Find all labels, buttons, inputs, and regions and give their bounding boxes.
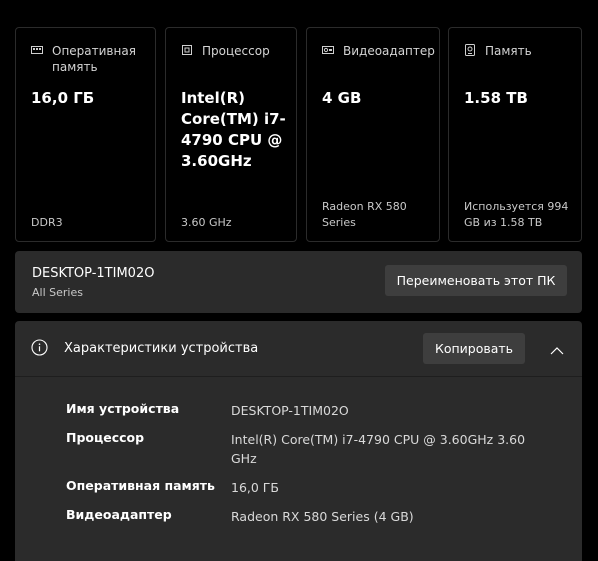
card-label: Процессор (202, 44, 270, 58)
spec-value: 16,0 ГБ (231, 480, 280, 495)
spec-key: Имя устройства (66, 401, 180, 416)
card-label: Видеоадаптер (343, 44, 435, 58)
device-specifications-panel: Характеристики устройства Копировать Имя… (15, 321, 582, 561)
spec-key: Видеоадаптер (66, 507, 172, 522)
spec-key: Оперативная память (66, 478, 215, 493)
card-label: Оперативная память (52, 44, 136, 74)
card-gpu: Видеоадаптер 4 GB Radeon RX 580 Series (306, 27, 440, 242)
device-specifications-header[interactable]: Характеристики устройства Копировать (15, 321, 582, 377)
card-foot: Используется 994 GB из 1.58 TB (464, 200, 569, 229)
card-label: Память (485, 44, 532, 58)
cpu-icon (181, 44, 193, 56)
card-processor: Процессор Intel(R) Core(TM) i7-4790 CPU … (165, 27, 297, 242)
card-foot: 3.60 GHz (181, 216, 232, 229)
chevron-up-icon[interactable] (550, 341, 564, 355)
spec-value: Radeon RX 580 Series (4 GB) (231, 509, 414, 524)
rename-pc-button[interactable]: Переименовать этот ПК (385, 265, 567, 296)
device-model: All Series (32, 286, 83, 299)
device-specifications-title: Характеристики устройства (64, 341, 259, 356)
ram-icon (31, 44, 43, 56)
device-name: DESKTOP-1TIM02O (32, 266, 155, 281)
card-value: 16,0 ГБ (31, 89, 95, 107)
card-value: Intel(R) Core(TM) i7-4790 CPU @ 3.60GHz (181, 89, 286, 170)
info-icon (31, 339, 48, 356)
card-value: 1.58 TB (464, 89, 528, 107)
spec-key: Процессор (66, 430, 145, 445)
card-foot: Radeon RX 580 Series (322, 200, 407, 229)
storage-icon (464, 44, 476, 56)
card-value: 4 GB (322, 89, 362, 107)
card-ram: Оперативная память 16,0 ГБ DDR3 (15, 27, 156, 242)
copy-button[interactable]: Копировать (423, 333, 525, 364)
spec-value: Intel(R) Core(TM) i7-4790 CPU @ 3.60GHz … (231, 432, 526, 466)
card-foot: DDR3 (31, 216, 63, 229)
device-name-panel: DESKTOP-1TIM02O All Series Переименовать… (15, 251, 582, 313)
card-storage: Память 1.58 TB Используется 994 GB из 1.… (448, 27, 582, 242)
spec-value: DESKTOP-1TIM02O (231, 403, 349, 418)
gpu-icon (322, 44, 334, 56)
